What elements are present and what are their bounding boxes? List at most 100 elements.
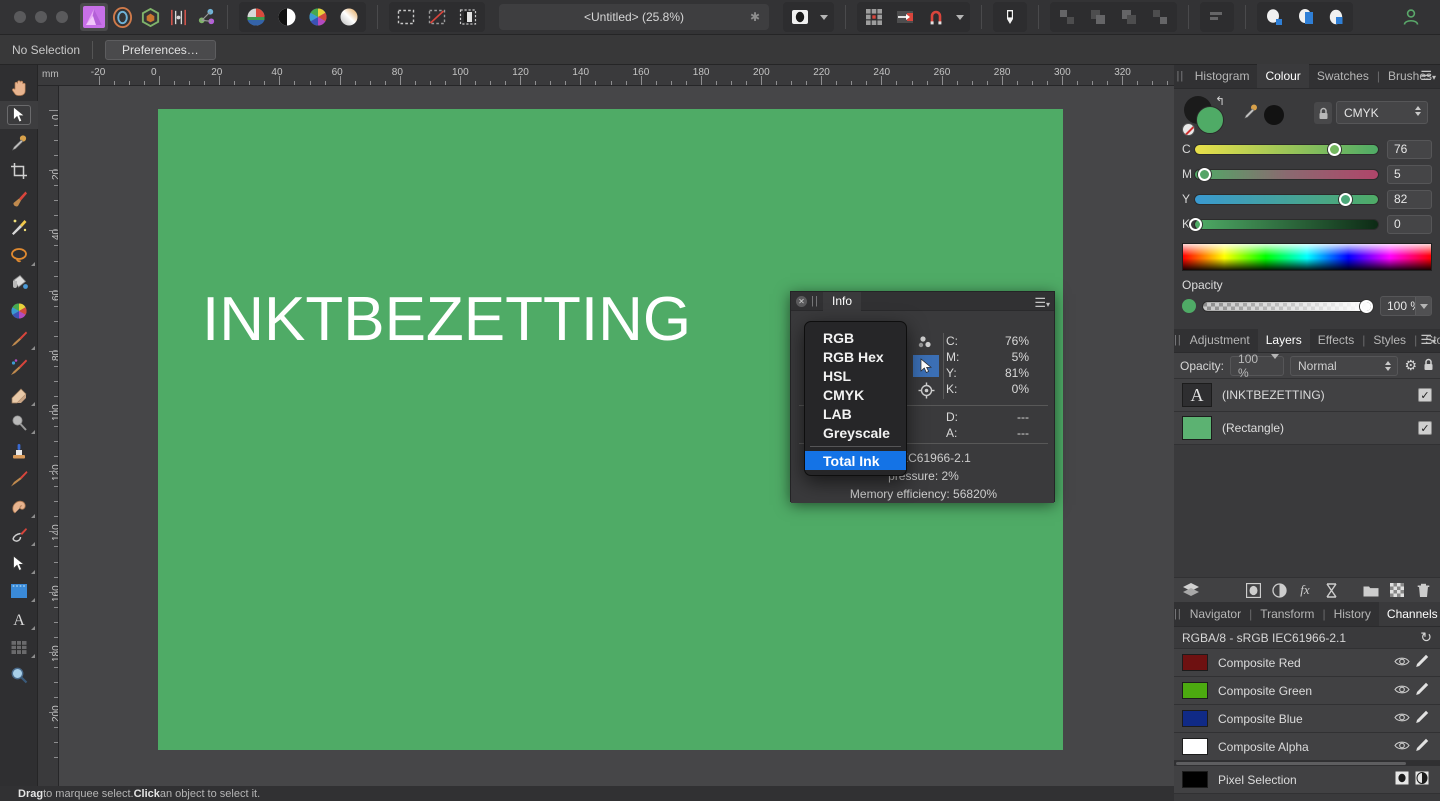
arrange-forward-icon[interactable]	[1083, 4, 1113, 30]
pencil-icon[interactable]	[1412, 682, 1432, 699]
pencil-icon[interactable]	[1412, 738, 1432, 755]
colour-slider-knob[interactable]	[1328, 142, 1342, 156]
node-tool[interactable]	[0, 549, 38, 577]
invert-icon[interactable]	[1412, 771, 1432, 788]
tab-history[interactable]: History	[1326, 602, 1379, 626]
channel-thumbnail[interactable]	[1182, 771, 1208, 788]
colour-picker-tool[interactable]	[0, 129, 38, 157]
table-row[interactable]: A (INKTBEZETTING) ✓	[1174, 379, 1440, 412]
export-persona-icon[interactable]	[192, 3, 220, 31]
secondary-colour-swatch[interactable]	[1264, 105, 1284, 125]
cursor-icon[interactable]	[913, 355, 939, 377]
colour-slider-knob[interactable]	[1189, 217, 1202, 231]
eye-icon[interactable]	[1392, 739, 1412, 754]
mirror-view-icon[interactable]	[272, 4, 302, 30]
mask-icon[interactable]	[1321, 4, 1351, 30]
colour-slider-knob[interactable]	[1198, 167, 1212, 181]
gear-icon[interactable]: ⚙	[1404, 357, 1417, 374]
list-item[interactable]: Composite Blue	[1174, 705, 1440, 733]
list-item[interactable]: Pixel Selection	[1174, 766, 1440, 794]
freehand-selection-tool[interactable]	[0, 241, 38, 269]
smudge-brush-tool[interactable]	[0, 493, 38, 521]
flood-select-tool[interactable]	[0, 213, 38, 241]
magnet-icon[interactable]	[921, 4, 951, 30]
tab-transform[interactable]: Transform	[1252, 602, 1322, 626]
table-row[interactable]: (Rectangle) ✓	[1174, 412, 1440, 445]
tool-flyout-indicator[interactable]	[31, 402, 35, 406]
colour-slider-knob[interactable]	[1339, 192, 1353, 206]
maximize-window-button[interactable]	[56, 11, 68, 23]
colour-slider-value[interactable]: 76	[1387, 139, 1432, 159]
channels-panel-grip[interactable]: ||	[1174, 602, 1182, 626]
colour-slider-value[interactable]: 5	[1387, 164, 1432, 184]
adjustment-icon[interactable]	[1259, 4, 1289, 30]
footer-adjustment-icon[interactable]	[1266, 577, 1292, 603]
rectangle-tool[interactable]	[0, 577, 38, 605]
tool-flyout-indicator[interactable]	[31, 514, 35, 518]
footer-live-filter-icon[interactable]	[1318, 577, 1344, 603]
paint-brush-tool[interactable]	[0, 325, 38, 353]
channel-thumbnail[interactable]	[1182, 682, 1208, 699]
inpainting-brush-tool[interactable]	[0, 465, 38, 493]
layer-thumbnail[interactable]: A	[1182, 383, 1212, 407]
colour-slider-value[interactable]: 0	[1387, 214, 1432, 234]
deselect-diagonal-icon[interactable]	[422, 4, 452, 30]
tone-mapping-persona-icon[interactable]	[164, 3, 192, 31]
gradient-tool[interactable]	[0, 297, 38, 325]
tab-layers[interactable]: Layers	[1257, 328, 1310, 352]
sampler-icon[interactable]	[913, 331, 939, 353]
lock-icon[interactable]	[1314, 102, 1332, 124]
tab-histogram[interactable]: Histogram	[1187, 64, 1258, 88]
arrange-back-icon[interactable]	[1145, 4, 1175, 30]
grid-icon[interactable]	[859, 4, 889, 30]
pressure-icon[interactable]	[995, 4, 1025, 30]
footer-fx-icon[interactable]: fx	[1292, 577, 1318, 603]
snapping-icon[interactable]	[890, 4, 920, 30]
menu-item-selected[interactable]: Total Ink	[805, 451, 906, 470]
tool-flyout-indicator[interactable]	[31, 430, 35, 434]
layers-stack-icon[interactable]	[1174, 577, 1208, 603]
horizontal-ruler[interactable]: mm -20 0 20 40 60 80 100 120 140 160 180 200 220 240 2…	[38, 65, 1174, 86]
info-panel-tab[interactable]: Info	[823, 291, 862, 311]
tab-effects[interactable]: Effects	[1310, 328, 1362, 352]
info-panel-menu-icon[interactable]: ☰▾	[1034, 296, 1050, 309]
develop-persona-icon[interactable]	[136, 3, 164, 31]
tab-adjustment[interactable]: Adjustment	[1182, 328, 1258, 352]
zoom-tool[interactable]	[0, 661, 38, 689]
crop-tool[interactable]	[0, 157, 38, 185]
menu-item[interactable]: CMYK	[805, 385, 906, 404]
swap-colours-icon[interactable]: ↰	[1215, 94, 1231, 108]
colour-spectrum-strip[interactable]	[1182, 243, 1432, 271]
tool-flyout-indicator[interactable]	[31, 654, 35, 658]
colour-slider-value[interactable]: 82	[1387, 189, 1432, 209]
blend-mode-select[interactable]: Normal	[1290, 355, 1399, 376]
channel-thumbnail[interactable]	[1182, 710, 1208, 727]
tab-swatches[interactable]: Swatches	[1309, 64, 1377, 88]
layers-lock-icon[interactable]	[1423, 358, 1434, 374]
opacity-slider-knob[interactable]	[1360, 299, 1373, 313]
tab-navigator[interactable]: Navigator	[1182, 602, 1249, 626]
eye-icon[interactable]	[1392, 711, 1412, 726]
tool-flyout-indicator[interactable]	[31, 262, 35, 266]
layers-panel-grip[interactable]: ||	[1174, 328, 1182, 352]
reset-icon[interactable]: ↻	[1420, 629, 1432, 646]
arrange-backward-icon[interactable]	[1114, 4, 1144, 30]
eye-icon[interactable]	[1392, 655, 1412, 670]
snapping-chevron-down-icon[interactable]	[952, 4, 968, 30]
layer-opacity-chevron-down-icon[interactable]	[1271, 353, 1280, 373]
flood-fill-tool[interactable]	[0, 269, 38, 297]
artistic-text-tool[interactable]: A	[0, 605, 38, 633]
paint-mixer-brush-tool[interactable]	[0, 353, 38, 381]
menu-item[interactable]: Greyscale	[805, 423, 906, 442]
gradient-view-icon[interactable]	[334, 4, 364, 30]
tool-flyout-indicator[interactable]	[31, 346, 35, 350]
eyedropper-icon[interactable]	[1242, 103, 1259, 124]
tool-flyout-indicator[interactable]	[31, 626, 35, 630]
footer-checker-icon[interactable]	[1384, 577, 1410, 603]
channel-thumbnail[interactable]	[1182, 654, 1208, 671]
menu-item[interactable]: RGB Hex	[805, 347, 906, 366]
colour-slider-track[interactable]	[1189, 217, 1379, 231]
layer-visibility-checkbox[interactable]: ✓	[1418, 421, 1432, 435]
layer-opacity-field[interactable]: 100 %	[1230, 352, 1285, 380]
selection-brush-tool[interactable]	[0, 185, 38, 213]
